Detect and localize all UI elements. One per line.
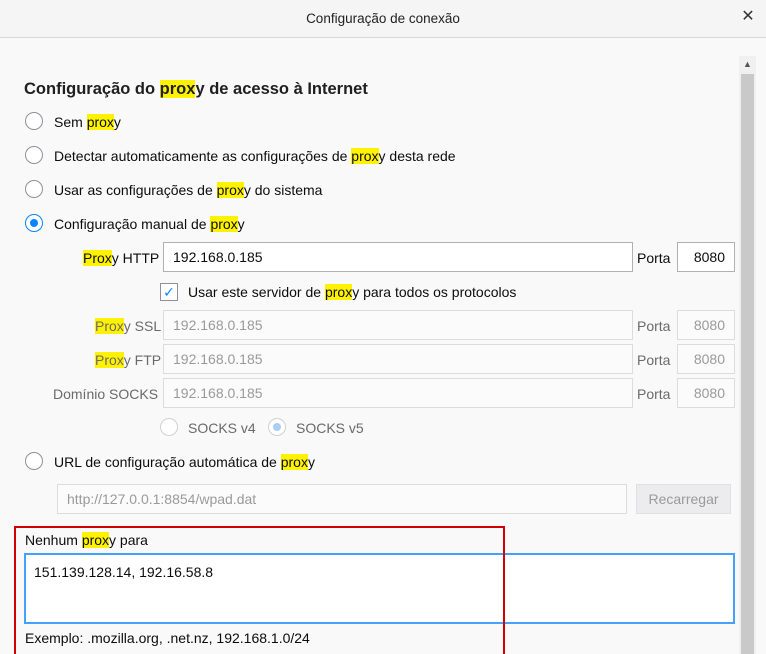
label-part: y SSL: [123, 318, 162, 334]
ssl-port-input[interactable]: 8080: [677, 310, 735, 340]
close-icon[interactable]: ✕: [738, 7, 758, 27]
label-highlight: prox: [280, 454, 308, 470]
radio-auto-detect[interactable]: [25, 146, 43, 164]
window-title: Configuração de conexão: [306, 11, 460, 26]
radio-socks-v4[interactable]: [160, 418, 178, 436]
heading-text-1: Configuração do: [24, 80, 160, 98]
ssl-proxy-input[interactable]: 192.168.0.185: [163, 310, 633, 340]
radio-manual-proxy-label[interactable]: Configuração manual de proxy: [54, 216, 245, 232]
ftp-port-input[interactable]: 8080: [677, 344, 735, 374]
socks-port-label: Porta: [637, 386, 671, 402]
no-proxy-example: Exemplo: .mozilla.org, .net.nz, 192.168.…: [25, 630, 310, 646]
label-part: y HTTP: [111, 250, 160, 266]
radio-system-proxy-label[interactable]: Usar as configurações de proxy do sistem…: [54, 182, 322, 198]
auto-config-url-input[interactable]: http://127.0.0.1:8854/wpad.dat: [57, 484, 627, 514]
radio-auto-detect-label[interactable]: Detectar automaticamente as configuraçõe…: [54, 148, 456, 164]
heading-highlight: prox: [159, 80, 196, 98]
label-part: y: [113, 114, 121, 130]
label-part: y: [307, 454, 315, 470]
no-proxy-for-value: 151.139.128.14, 192.16.58.8: [34, 564, 214, 580]
label-highlight: Prox: [95, 352, 124, 368]
ssl-port-label: Porta: [637, 318, 671, 334]
radio-socks-v5-label[interactable]: SOCKS v5: [296, 420, 364, 436]
http-proxy-label: Proxy HTTP: [83, 250, 159, 266]
label-part: y para todos os protocolos: [352, 284, 517, 300]
label-part: y desta rede: [378, 148, 456, 164]
socks-host-label: Domínio SOCKS: [53, 386, 159, 402]
radio-socks-v4-label[interactable]: SOCKS v4: [188, 420, 256, 436]
scrollbar-thumb[interactable]: [741, 74, 754, 654]
title-bar: Configuração de conexão ✕: [0, 0, 766, 38]
label-part: Detectar automaticamente as configuraçõe…: [54, 148, 352, 164]
no-proxy-for-textarea[interactable]: 151.139.128.14, 192.16.58.8: [24, 553, 735, 624]
reload-button[interactable]: Recarregar: [636, 484, 731, 514]
socks-host-input[interactable]: 192.168.0.185: [163, 378, 633, 408]
radio-system-proxy[interactable]: [25, 180, 43, 198]
section-heading: Configuração do proxy de acesso à Intern…: [24, 80, 368, 99]
label-highlight: Prox: [95, 318, 124, 334]
share-proxy-label[interactable]: Usar este servidor de proxy para todos o…: [188, 284, 516, 300]
label-highlight: prox: [210, 216, 238, 232]
scroll-up-arrow-icon[interactable]: ▲: [739, 56, 756, 73]
ssl-proxy-label: Proxy SSL: [95, 318, 161, 334]
label-highlight: prox: [351, 148, 379, 164]
radio-no-proxy-label[interactable]: Sem proxy: [54, 114, 121, 130]
http-port-label: Porta: [637, 250, 671, 266]
ftp-proxy-input[interactable]: 192.168.0.185: [163, 344, 633, 374]
http-proxy-input[interactable]: 192.168.0.185: [163, 242, 633, 272]
label-part: y para: [109, 532, 148, 548]
radio-no-proxy[interactable]: [25, 112, 43, 130]
label-part: Nenhum: [25, 532, 82, 548]
radio-socks-v5[interactable]: [268, 418, 286, 436]
http-port-input[interactable]: 8080: [677, 242, 735, 272]
label-part: y do sistema: [243, 182, 323, 198]
label-highlight: Prox: [83, 250, 112, 266]
label-part: y FTP: [123, 352, 162, 368]
radio-manual-proxy[interactable]: [25, 214, 43, 232]
no-proxy-for-label: Nenhum proxy para: [25, 532, 148, 548]
radio-auto-config-url-label[interactable]: URL de configuração automática de proxy: [54, 454, 315, 470]
ftp-proxy-label: Proxy FTP: [95, 352, 161, 368]
heading-text-2: y de acesso à Internet: [195, 80, 368, 98]
label-part: URL de configuração automática de: [54, 454, 281, 470]
label-highlight: prox: [86, 114, 114, 130]
label-part: Sem: [54, 114, 87, 130]
socks-port-input[interactable]: 8080: [677, 378, 735, 408]
label-part: y: [237, 216, 245, 232]
label-highlight: prox: [216, 182, 244, 198]
label-part: Configuração manual de: [54, 216, 211, 232]
share-proxy-checkbox[interactable]: ✓: [160, 283, 178, 301]
radio-auto-config-url[interactable]: [25, 452, 43, 470]
label-part: Usar as configurações de: [54, 182, 217, 198]
label-highlight: prox: [81, 532, 110, 548]
label-part: Usar este servidor de: [188, 284, 325, 300]
ftp-port-label: Porta: [637, 352, 671, 368]
label-highlight: prox: [324, 284, 353, 300]
vertical-scrollbar[interactable]: ▲: [739, 56, 756, 654]
